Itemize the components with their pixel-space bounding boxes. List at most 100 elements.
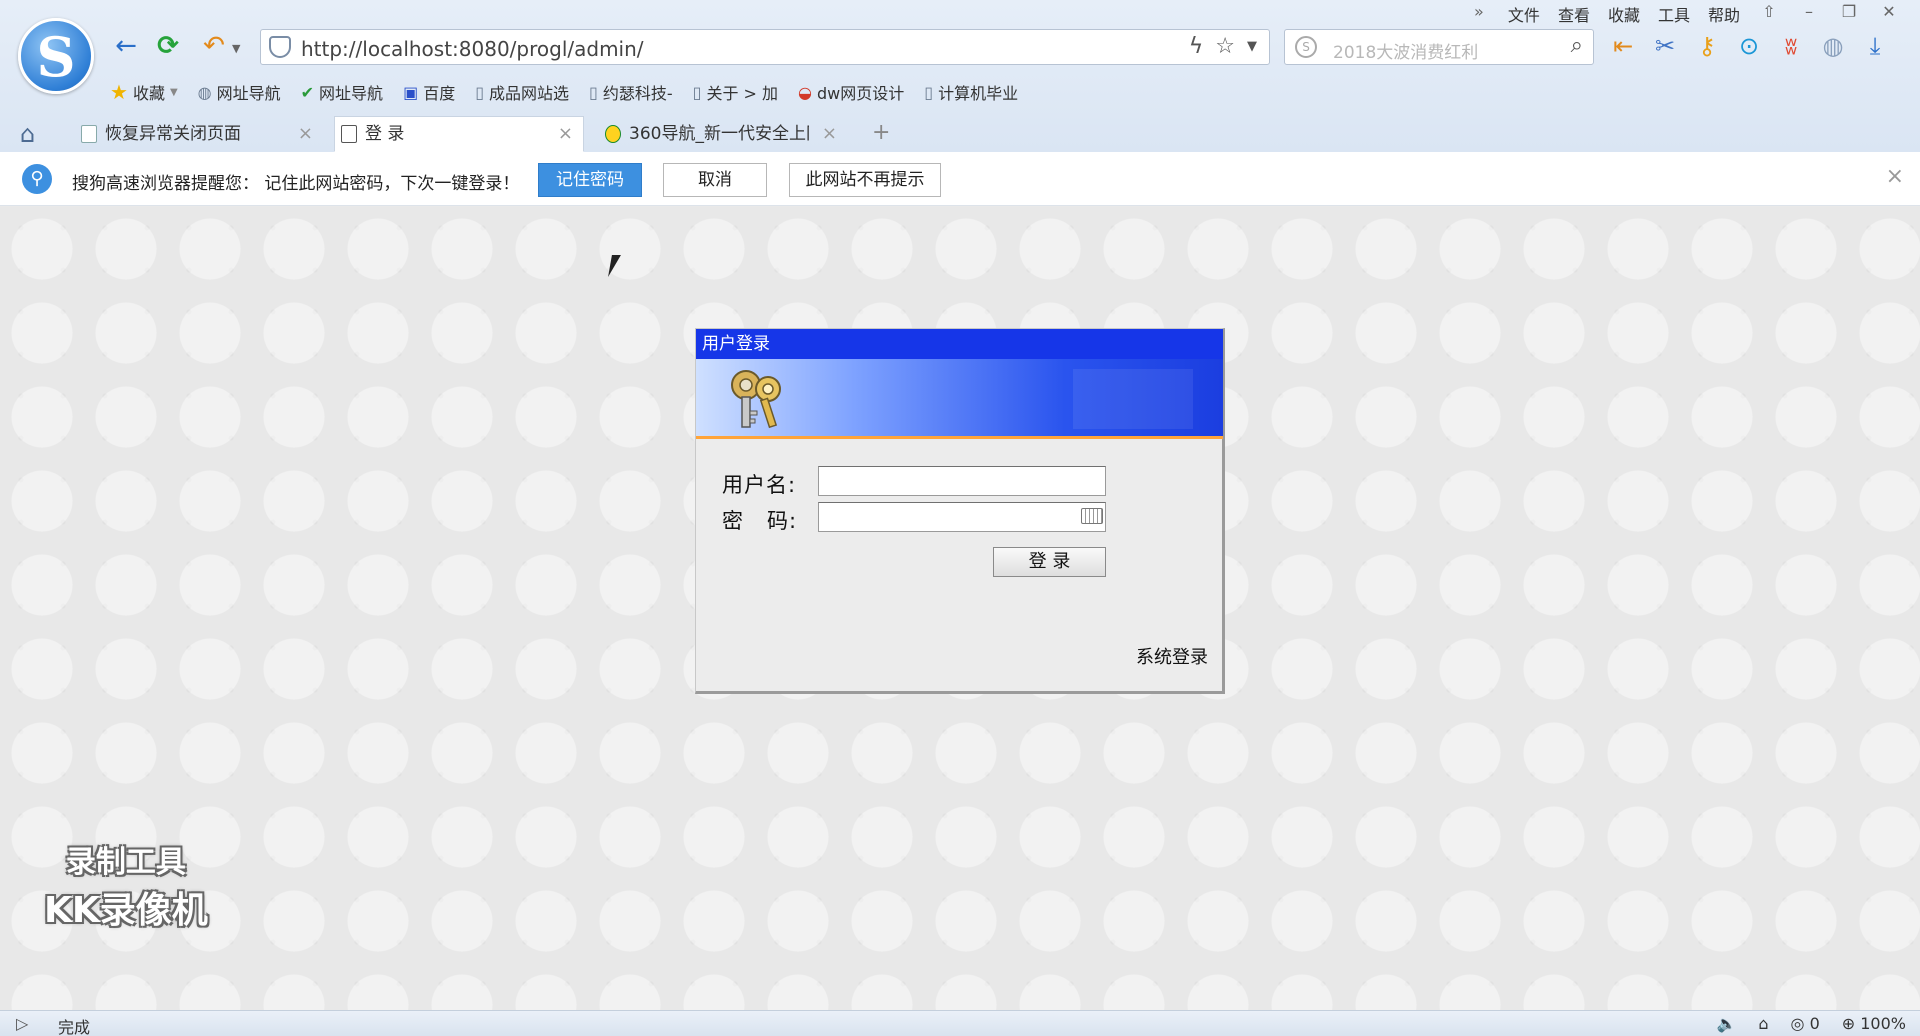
status-text: 完成 bbox=[58, 1018, 91, 1036]
minimize-icon[interactable]: – bbox=[1798, 2, 1820, 26]
home-icon[interactable]: ⌂ bbox=[20, 120, 35, 148]
bookmark-tech[interactable]: ▯ 约瑟科技- bbox=[589, 80, 673, 104]
username-label: 用户名: bbox=[722, 473, 797, 497]
menu-file[interactable]: 文件 bbox=[1508, 2, 1540, 26]
bookmark-sites[interactable]: ▯ 成品网站选 bbox=[475, 80, 569, 104]
login-panel: 用户登录 用户名: 密 码: 登 录 系统登录 bbox=[695, 328, 1225, 694]
password-input[interactable] bbox=[818, 502, 1106, 532]
key-hint-icon: ⚲ bbox=[22, 164, 52, 194]
username-input[interactable] bbox=[818, 466, 1106, 496]
status-bar: ▷ 完成 🔈 ⌂ ◎ 0 ⊕ 100% bbox=[0, 1010, 1920, 1036]
bookmark-about[interactable]: ▯ 关于 > 加 bbox=[693, 80, 778, 104]
volume-icon[interactable]: 🔈 bbox=[1716, 1014, 1736, 1033]
page-icon: ▯ bbox=[692, 82, 702, 102]
address-bar[interactable]: http://localhost:8080/progl/admin/ ϟ ☆ ▼ bbox=[260, 29, 1270, 65]
tab-login[interactable]: 登 录 × bbox=[334, 116, 584, 152]
refresh-button[interactable]: ⟳ bbox=[152, 30, 184, 62]
top-menu: » 文件 查看 收藏 工具 帮助 ⇧ – ❐ ✕ bbox=[1468, 2, 1900, 26]
mouse-cursor-icon bbox=[608, 255, 621, 277]
never-prompt-button[interactable]: 此网站不再提示 bbox=[789, 163, 941, 197]
recorder-watermark: 录制工具 KK录像机 bbox=[44, 837, 208, 933]
tab-close-icon[interactable]: × bbox=[822, 117, 837, 151]
page-content: 用户登录 用户名: 密 码: 登 录 系统登录 录制工具 KK录像机 bbox=[0, 207, 1920, 1010]
keys-icon bbox=[731, 370, 781, 429]
page-icon: ▯ bbox=[589, 82, 598, 102]
device-icon[interactable]: ⌂ bbox=[1758, 1014, 1768, 1033]
dw-icon: ◒ bbox=[798, 82, 812, 102]
password-label: 密 码: bbox=[722, 509, 798, 533]
back-button[interactable]: ← bbox=[110, 30, 142, 62]
sogou-logo-icon[interactable]: S bbox=[18, 18, 94, 94]
bookmark-favorites[interactable]: ★ 收藏 ▼ bbox=[110, 80, 178, 104]
undo-close-button[interactable]: ↶ bbox=[198, 30, 230, 62]
address-url[interactable]: http://localhost:8080/progl/admin/ bbox=[301, 37, 644, 61]
password-save-infobar: ⚲ 搜狗高速浏览器提醒您： 记住此网站密码，下次一键登录！ 记住密码 取消 此网… bbox=[0, 152, 1920, 206]
undo-dropdown-icon[interactable]: ▼ bbox=[232, 42, 240, 55]
baidu-icon: ▣ bbox=[403, 82, 419, 102]
menu-more-icon[interactable]: » bbox=[1468, 2, 1490, 26]
keyboard-icon[interactable] bbox=[1081, 508, 1103, 524]
speed-mode-icon[interactable]: ϟ bbox=[1189, 34, 1204, 60]
weibo-icon[interactable]: ʬ bbox=[1778, 32, 1804, 60]
star-icon: ★ bbox=[110, 80, 128, 104]
cancel-button[interactable]: 取消 bbox=[663, 163, 767, 197]
new-tab-button[interactable]: + bbox=[872, 120, 890, 145]
bookmark-baidu[interactable]: ▣ 百度 bbox=[403, 80, 455, 104]
favorites-dropdown-icon[interactable]: ▼ bbox=[170, 87, 178, 98]
tab-close-icon[interactable]: × bbox=[298, 117, 313, 151]
bookmark-nav-1[interactable]: ◍ 网址导航 bbox=[198, 80, 281, 104]
skin-icon[interactable]: ⇧ bbox=[1758, 2, 1780, 26]
tab-bar: ⌂ 恢复异常关闭页面 × 登 录 × 360导航_新一代安全上网 × + bbox=[0, 114, 1920, 152]
screenshot-icon[interactable]: ✂ bbox=[1652, 32, 1678, 60]
security-shield-icon[interactable] bbox=[269, 36, 291, 58]
browser-search-icon[interactable]: ⊙ bbox=[1736, 32, 1762, 60]
restore-icon[interactable]: ❐ bbox=[1838, 2, 1860, 26]
menu-tools[interactable]: 工具 bbox=[1658, 2, 1690, 26]
address-dropdown-icon[interactable]: ▼ bbox=[1247, 34, 1257, 60]
tab-close-icon[interactable]: × bbox=[558, 117, 573, 151]
page-icon: ▯ bbox=[924, 82, 934, 102]
bookmark-dw[interactable]: ◒ dw网页设计 bbox=[798, 80, 904, 104]
watermark-line-1: 录制工具 bbox=[65, 845, 186, 880]
tab-restore[interactable]: 恢复异常关闭页面 × bbox=[74, 116, 324, 152]
status-right-icons: 🔈 ⌂ ◎ 0 ⊕ 100% bbox=[1716, 1014, 1906, 1033]
bookmark-graduation[interactable]: ▯ 计算机毕业 bbox=[924, 80, 1018, 104]
address-icons: ϟ ☆ ▼ bbox=[1189, 34, 1257, 60]
chart-page-icon bbox=[341, 125, 357, 143]
download-icon[interactable]: ⤓ bbox=[1862, 32, 1888, 60]
browser-chrome: S » 文件 查看 收藏 工具 帮助 ⇧ – ❐ ✕ ← ⟳ ↶ ▼ http:… bbox=[0, 0, 1920, 152]
login-banner bbox=[696, 359, 1223, 439]
login-panel-title: 用户登录 bbox=[696, 329, 1223, 359]
remember-password-button[interactable]: 记住密码 bbox=[538, 163, 642, 197]
page-icon: ▯ bbox=[475, 82, 485, 102]
bookmark-star-icon[interactable]: ☆ bbox=[1215, 34, 1235, 60]
zoom-level[interactable]: ⊕ 100% bbox=[1842, 1014, 1906, 1033]
bookmarks-bar: ★ 收藏 ▼ ◍ 网址导航 ✔ 网址导航 ▣ 百度 ▯ 成品网站选 ▯ 约瑟科技- ▯ 关于 >… bbox=[110, 80, 1018, 104]
search-box[interactable]: S 2018大波消费红利 ⌕ bbox=[1284, 29, 1594, 65]
menu-favorites[interactable]: 收藏 bbox=[1608, 2, 1640, 26]
menu-view[interactable]: 查看 bbox=[1558, 2, 1590, 26]
menu-help[interactable]: 帮助 bbox=[1708, 2, 1740, 26]
bookmark-nav-2[interactable]: ✔ 网址导航 bbox=[301, 80, 383, 104]
security-count[interactable]: ◎ 0 bbox=[1791, 1014, 1820, 1033]
toolbar-icons: ⇤ ✂ ⚷ ⊙ ʬ ◍ ⤓ bbox=[1610, 32, 1888, 60]
sidebar-toggle-icon[interactable]: ▷ bbox=[16, 1014, 28, 1033]
globe-icon[interactable]: ◍ bbox=[1820, 32, 1846, 60]
login-button[interactable]: 登 录 bbox=[993, 547, 1106, 577]
page-icon bbox=[81, 125, 97, 143]
360-icon bbox=[605, 125, 621, 143]
infobar-close-icon[interactable]: × bbox=[1886, 164, 1904, 189]
infobar-message: 搜狗高速浏览器提醒您： 记住此网站密码，下次一键登录！ bbox=[72, 174, 520, 194]
banner-decoration bbox=[1073, 369, 1193, 429]
close-icon[interactable]: ✕ bbox=[1878, 2, 1900, 26]
watermark-line-2: KK录像机 bbox=[44, 890, 208, 931]
restore-tab-icon[interactable]: ⇤ bbox=[1610, 32, 1636, 60]
search-engine-icon[interactable]: S bbox=[1295, 36, 1317, 58]
key-icon[interactable]: ⚷ bbox=[1694, 32, 1720, 60]
tab-360-nav[interactable]: 360导航_新一代安全上网 × bbox=[598, 116, 848, 152]
nav-icon: ✔ bbox=[300, 82, 315, 102]
search-input[interactable]: 2018大波消费红利 bbox=[1333, 38, 1478, 63]
globe-icon: ◍ bbox=[197, 82, 212, 102]
system-login-text: 系统登录 bbox=[1136, 647, 1208, 668]
search-icon[interactable]: ⌕ bbox=[1571, 33, 1583, 58]
